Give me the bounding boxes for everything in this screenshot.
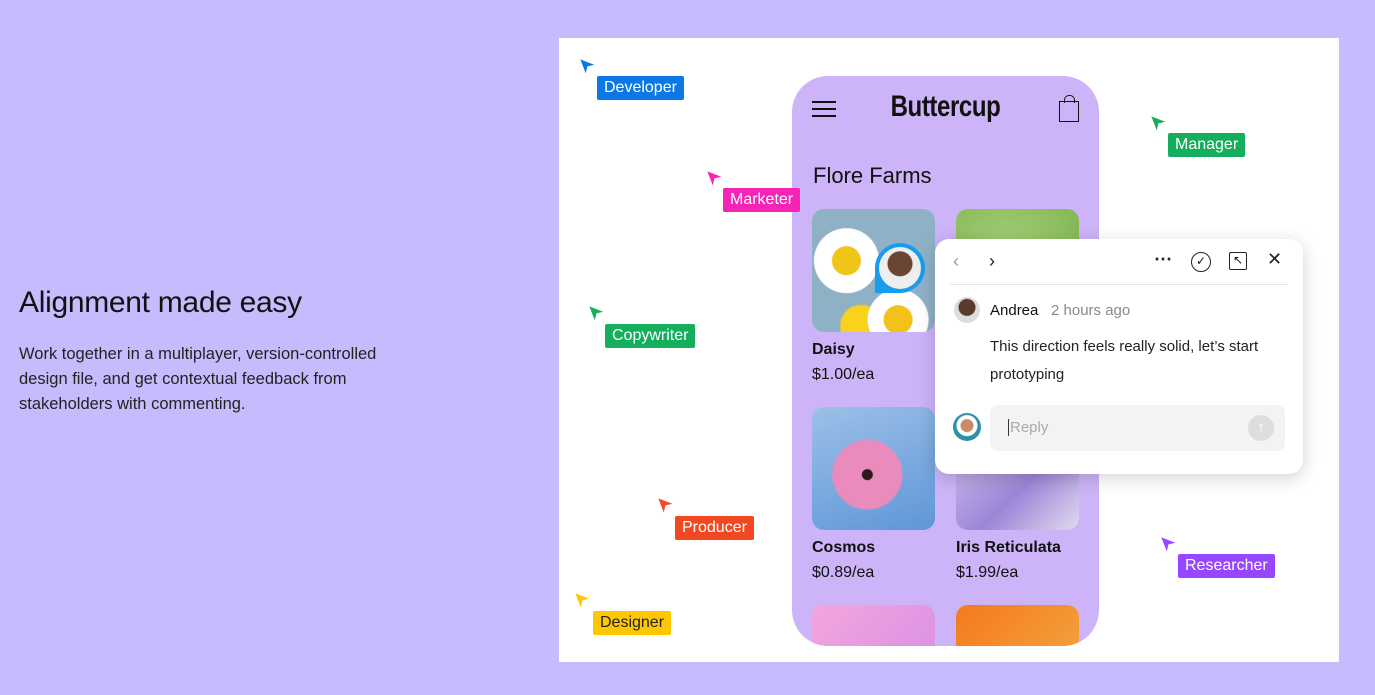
comment-text: This direction feels really solid, let’s…	[990, 338, 1259, 383]
comment-time: 2 hours ago	[1051, 302, 1131, 319]
pop-out-icon[interactable]: ↖	[1229, 252, 1247, 270]
product-name[interactable]: Daisy	[812, 341, 855, 359]
cursor-arrow-icon	[655, 495, 678, 518]
more-icon[interactable]: ⋯	[1154, 249, 1172, 270]
close-icon[interactable]: ✕	[1267, 249, 1282, 270]
store-title: Flore Farms	[813, 163, 932, 188]
send-arrow-icon[interactable]: ↑	[1248, 415, 1274, 441]
comment-thread-popup: ‹ › ⋯ ✓ ↖ ✕ Andrea 2 hours ago This dire…	[935, 239, 1303, 474]
previous-icon[interactable]: ‹	[953, 251, 959, 272]
cursor-arrow-icon	[704, 168, 727, 191]
product-image-cosmos[interactable]	[812, 407, 935, 530]
comment-pin-avatar[interactable]	[875, 243, 925, 293]
shopping-bag-icon[interactable]	[1059, 95, 1079, 122]
cursor-arrow-icon	[572, 590, 595, 613]
cursor-manager: Manager	[1148, 113, 1246, 157]
product-image-5[interactable]	[956, 605, 1079, 646]
section-description: Work together in a multiplayer, version-…	[19, 345, 377, 413]
cursor-label: Marketer	[723, 188, 801, 212]
cursor-label: Manager	[1168, 133, 1246, 157]
section-title: Alignment made easy	[19, 286, 302, 319]
cursor-designer: Designer	[572, 590, 672, 635]
cursor-developer: Developer	[577, 56, 684, 100]
product-price: $1.99/ea	[956, 564, 1019, 581]
divider	[950, 284, 1288, 285]
comment-author: Andrea	[990, 302, 1039, 319]
cursor-researcher: Researcher	[1158, 534, 1275, 578]
cursor-arrow-icon	[1148, 113, 1171, 136]
reply-placeholder: Reply	[1008, 419, 1049, 436]
product-name[interactable]: Cosmos	[812, 539, 875, 557]
author-avatar	[954, 297, 980, 323]
demo-canvas: Buttercup Flore Farms Daisy $1.00/ea Cos…	[559, 38, 1339, 662]
cursor-marketer: Marketer	[704, 168, 801, 212]
cursor-arrow-icon	[1158, 534, 1181, 557]
resolve-check-icon[interactable]: ✓	[1191, 252, 1211, 272]
next-icon[interactable]: ›	[989, 251, 995, 272]
cursor-copywriter: Copywriter	[586, 303, 696, 348]
cursor-label: Developer	[597, 76, 684, 100]
brand-logo: Buttercup	[890, 90, 1001, 123]
reply-input[interactable]: Reply ↑	[990, 405, 1285, 451]
cursor-arrow-icon	[577, 56, 600, 79]
product-price: $0.89/ea	[812, 564, 875, 581]
cursor-label: Designer	[593, 611, 672, 635]
product-name[interactable]: Iris Reticulata	[956, 539, 1061, 557]
cursor-producer: Producer	[655, 495, 754, 540]
cursor-label: Producer	[675, 516, 754, 540]
cursor-label: Copywriter	[605, 324, 696, 348]
cursor-label: Researcher	[1178, 554, 1275, 578]
current-user-avatar	[953, 413, 981, 441]
cursor-arrow-icon	[586, 303, 609, 326]
product-price: $1.00/ea	[812, 366, 875, 383]
product-image-4[interactable]	[812, 605, 935, 646]
